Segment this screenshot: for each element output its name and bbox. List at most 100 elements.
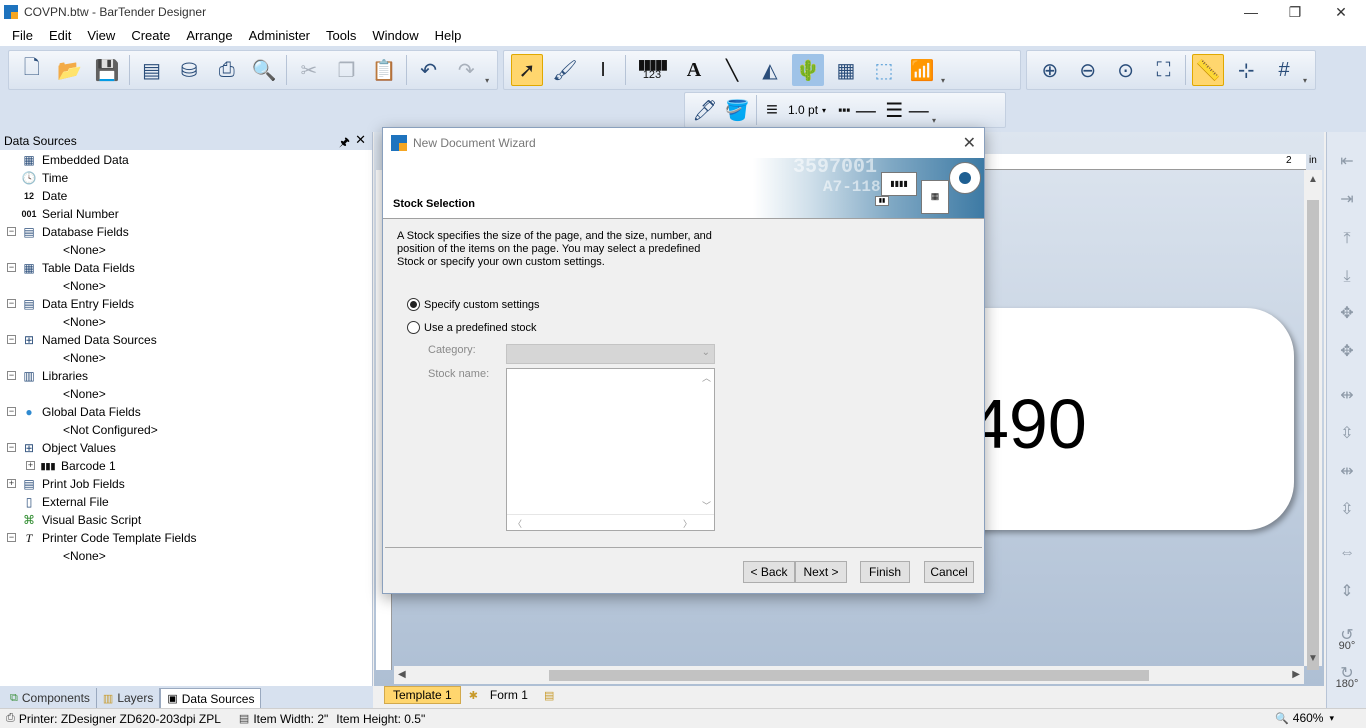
zoom-page-icon[interactable]: ⛶ [1148, 54, 1180, 86]
tree-item[interactable]: ▦ Embedded Data [21, 151, 128, 169]
tree-item[interactable]: 🕓 Time [21, 169, 69, 187]
tab-layers[interactable]: ▥ Layers [97, 688, 161, 708]
save-icon[interactable]: 💾 [91, 54, 123, 86]
select-pointer-icon[interactable]: ➚ [511, 54, 543, 86]
tree-item[interactable]: <None> [63, 313, 106, 331]
tree-item[interactable]: ▦ Table Data Fields [21, 259, 134, 277]
menu-administer[interactable]: Administer [241, 28, 318, 43]
radio-predefined-stock[interactable] [407, 321, 420, 334]
tree-expander-icon[interactable]: + [7, 479, 16, 488]
tree-item[interactable]: T Printer Code Template Fields [21, 529, 197, 547]
tree-expander-icon[interactable]: − [7, 533, 16, 542]
next-button[interactable]: Next > [795, 561, 847, 583]
zoom-fit-icon[interactable]: ⊙ [1110, 54, 1142, 86]
zoom-out-icon[interactable]: ⊖ [1072, 54, 1104, 86]
center-vertically-icon[interactable]: ⇳ [1332, 418, 1362, 448]
zoom-in-icon[interactable]: ⊕ [1034, 54, 1066, 86]
tree-expander-icon[interactable]: − [7, 407, 16, 416]
tab-components[interactable]: ⧉ Components [4, 688, 97, 708]
snap-to-grid-icon[interactable]: ⊹ [1230, 54, 1262, 86]
ruler-toggle-icon[interactable]: 📏 [1192, 54, 1225, 86]
text-cursor-icon[interactable]: I [587, 54, 619, 86]
align-top-icon[interactable]: ⤒ [1332, 224, 1362, 254]
label-text-object[interactable]: 490 [970, 384, 1087, 464]
tree-item[interactable]: <None> [63, 385, 106, 403]
copy-icon[interactable]: ❐ [331, 54, 363, 86]
same-width-icon[interactable]: ⇔ [1332, 538, 1362, 568]
database-setup-icon[interactable]: ⛁ [173, 54, 205, 86]
line-color-icon[interactable]: 🖊 [692, 94, 718, 126]
tree-item[interactable]: <Not Configured> [63, 421, 158, 439]
picture-tool-icon[interactable]: 🌵 [792, 54, 824, 86]
tree-item[interactable]: ▯ External File [21, 493, 109, 511]
finish-button[interactable]: Finish [860, 561, 910, 583]
tree-expander-icon[interactable]: − [7, 443, 16, 452]
scroll-left-icon[interactable]: ◀ [398, 669, 406, 680]
barcode-tool-icon[interactable]: ▮▮▮▮▮ 123 [632, 54, 672, 86]
stock-name-list[interactable]: ︿ ﹀ 〈 〉 [506, 368, 715, 531]
tree-expander-icon[interactable]: − [7, 263, 16, 272]
print-preview-icon[interactable]: 🔍 [249, 54, 281, 86]
align-bottom-icon[interactable]: ⤓ [1332, 262, 1362, 292]
menu-view[interactable]: View [79, 28, 123, 43]
chevron-down-icon[interactable]: ﹀ [702, 499, 711, 512]
zoom-status[interactable]: 🔍 460% ▾ [1275, 711, 1334, 725]
tree-item[interactable]: 12 Date [21, 187, 67, 205]
line-style-icon[interactable]: ┅ — [835, 94, 879, 126]
format-painter-icon[interactable]: 🖌 [549, 54, 581, 86]
restore-button[interactable]: ❐ [1272, 0, 1318, 24]
tree-item[interactable]: ▤ Data Entry Fields [21, 295, 134, 313]
close-window-button[interactable]: ✕ [1318, 0, 1364, 24]
close-panel-icon[interactable]: ✕ [355, 132, 366, 148]
scroll-down-icon[interactable]: ▼ [1308, 653, 1318, 664]
tree-item[interactable]: ⊞ Object Values [21, 439, 116, 457]
line-width-value[interactable]: 1.0 pt [788, 103, 818, 117]
undo-icon[interactable]: ↶ [413, 54, 445, 86]
tab-data-sources[interactable]: ▣ Data Sources [160, 688, 262, 708]
menu-tools[interactable]: Tools [318, 28, 364, 43]
menu-help[interactable]: Help [427, 28, 470, 43]
center-horizontally-icon[interactable]: ⇹ [1332, 380, 1362, 410]
tree-item[interactable]: <None> [63, 547, 106, 565]
horizontal-scroll-thumb[interactable] [549, 670, 1149, 681]
align-left-icon[interactable]: ⇤ [1332, 146, 1362, 176]
menu-create[interactable]: Create [123, 28, 178, 43]
tree-item[interactable]: 001 Serial Number [21, 205, 118, 223]
line-tool-icon[interactable]: ╲ [716, 54, 748, 86]
tree-item[interactable]: ▥ Libraries [21, 367, 88, 385]
new-document-icon[interactable]: 🗋 [16, 54, 48, 86]
vertical-scrollbar[interactable]: ▲ ▼ [1304, 170, 1322, 670]
tab-form-1[interactable]: Form 1 [482, 686, 536, 704]
back-button[interactable]: < Back [743, 561, 795, 583]
tree-item[interactable]: ▮▮▮ Barcode 1 [40, 457, 116, 475]
tree-expander-icon[interactable]: − [7, 335, 16, 344]
text-tool-icon[interactable]: A [678, 54, 710, 86]
tab-template-1[interactable]: Template 1 [384, 686, 461, 704]
same-height-icon[interactable]: ⇕ [1332, 576, 1362, 606]
text-alignment-icon[interactable]: ☰ — [885, 94, 929, 126]
option-custom-settings[interactable]: Specify custom settings [407, 298, 540, 311]
menu-arrange[interactable]: Arrange [178, 28, 240, 43]
box-tool-icon[interactable]: ⬚ [868, 54, 900, 86]
line-width-chevron-icon[interactable]: ▾ [822, 106, 826, 115]
menu-file[interactable]: File [4, 28, 41, 43]
menu-window[interactable]: Window [364, 28, 426, 43]
tree-item[interactable]: ▤ Database Fields [21, 223, 128, 241]
option-predefined-stock[interactable]: Use a predefined stock [407, 321, 537, 334]
tree-item[interactable]: <None> [63, 349, 106, 367]
tree-item[interactable]: ● Global Data Fields [21, 403, 140, 421]
cancel-button[interactable]: Cancel [924, 561, 974, 583]
horizontal-scrollbar[interactable]: ◀ ▶ [394, 666, 1304, 684]
redo-icon[interactable]: ↷ [450, 54, 482, 86]
distribute-horizontal-icon[interactable]: ⇹ [1332, 456, 1362, 486]
add-form-icon[interactable]: ▤ [544, 689, 554, 702]
align-right-icon[interactable]: ⇥ [1332, 184, 1362, 214]
distribute-vertical-icon[interactable]: ⇳ [1332, 494, 1362, 524]
pin-icon[interactable]: 🖈 [339, 133, 350, 154]
fill-color-icon[interactable]: 🪣 [724, 94, 750, 126]
print-icon[interactable]: ⎙ [211, 54, 243, 86]
tree-expander-icon[interactable]: − [7, 371, 16, 380]
scroll-right-icon[interactable]: ▶ [1292, 669, 1300, 680]
align-middle-icon[interactable]: ✥ [1332, 336, 1362, 366]
open-folder-icon[interactable]: 📂 [54, 54, 86, 86]
